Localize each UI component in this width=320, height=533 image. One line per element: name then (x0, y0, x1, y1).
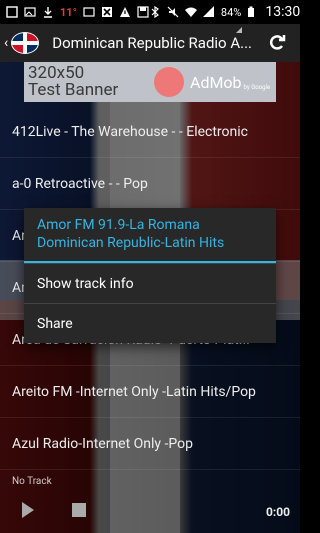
page-title[interactable]: Dominican Republic Radio A... (52, 34, 262, 52)
ad-by: by Google (243, 83, 271, 91)
show-track-info-item[interactable]: Show track info (24, 263, 276, 303)
station-name: Azul Radio-Internet Only -Pop (12, 435, 193, 452)
list-item[interactable]: 412Live - The Warehouse - - Electronic (0, 106, 300, 158)
save-icon (137, 6, 149, 18)
play-icon[interactable] (22, 502, 34, 518)
context-menu: Amor FM 91.9-La Romana Dominican Republi… (24, 208, 276, 343)
list-item[interactable]: Areito FM -Internet Only -Latin Hits/Pop (0, 366, 300, 418)
station-name: 412Live - The Warehouse - - Electronic (12, 123, 248, 140)
status-bar: 11° 84% 13:30 (0, 0, 300, 24)
image-icon (24, 6, 36, 18)
list-item[interactable]: a-0 Retroactive - - Pop (0, 158, 300, 210)
refresh-icon[interactable] (262, 28, 292, 58)
share-item[interactable]: Share (24, 303, 276, 343)
elapsed-time: 0:00 (265, 505, 290, 519)
ad-label: 320x50 Test Banner (24, 65, 144, 99)
clock: 13:30 (265, 4, 301, 20)
warning-icon (119, 6, 131, 18)
action-bar: ‹ Dominican Republic Radio A... (0, 24, 300, 62)
dropdown-caret-icon (236, 27, 242, 33)
ad-label-line2: Test Banner (28, 80, 119, 100)
menu-item-label: Show track info (37, 275, 134, 292)
gallery-icon (83, 6, 95, 18)
ad-brand: AdMob (190, 72, 242, 92)
wifi-icon (184, 6, 197, 18)
back-chevron-icon[interactable]: ‹ (4, 35, 8, 51)
context-menu-title-line2: Dominican Republic-Latin Hits (37, 235, 225, 251)
mute-icon (167, 6, 179, 18)
download-icon (42, 6, 54, 18)
notification-icon (6, 6, 18, 18)
now-playing-label: No Track (12, 476, 52, 487)
temperature-text: 11° (60, 5, 77, 19)
station-name: Areito FM -Internet Only -Latin Hits/Pop (12, 383, 256, 400)
battery-percent: 84% (220, 5, 242, 19)
stop-icon[interactable] (72, 503, 86, 517)
battery-icon (247, 6, 259, 18)
bluetooth-icon (149, 5, 161, 19)
context-menu-title-line1: Amor FM 91.9-La Romana (37, 217, 200, 233)
menu-item-label: Share (37, 315, 73, 332)
player-bar: No Track 0:00 (0, 470, 300, 533)
list-item[interactable]: Azul Radio-Internet Only -Pop (0, 418, 300, 470)
ad-banner[interactable]: 320x50 Test Banner AdMob by Google (24, 62, 276, 102)
dominican-flag-icon[interactable] (10, 31, 40, 55)
admob-logo-icon (154, 67, 184, 97)
close-app-icon (101, 6, 113, 18)
context-menu-title: Amor FM 91.9-La Romana Dominican Republi… (24, 208, 276, 263)
signal-icon (202, 6, 215, 18)
station-name: a-0 Retroactive - - Pop (12, 175, 148, 192)
